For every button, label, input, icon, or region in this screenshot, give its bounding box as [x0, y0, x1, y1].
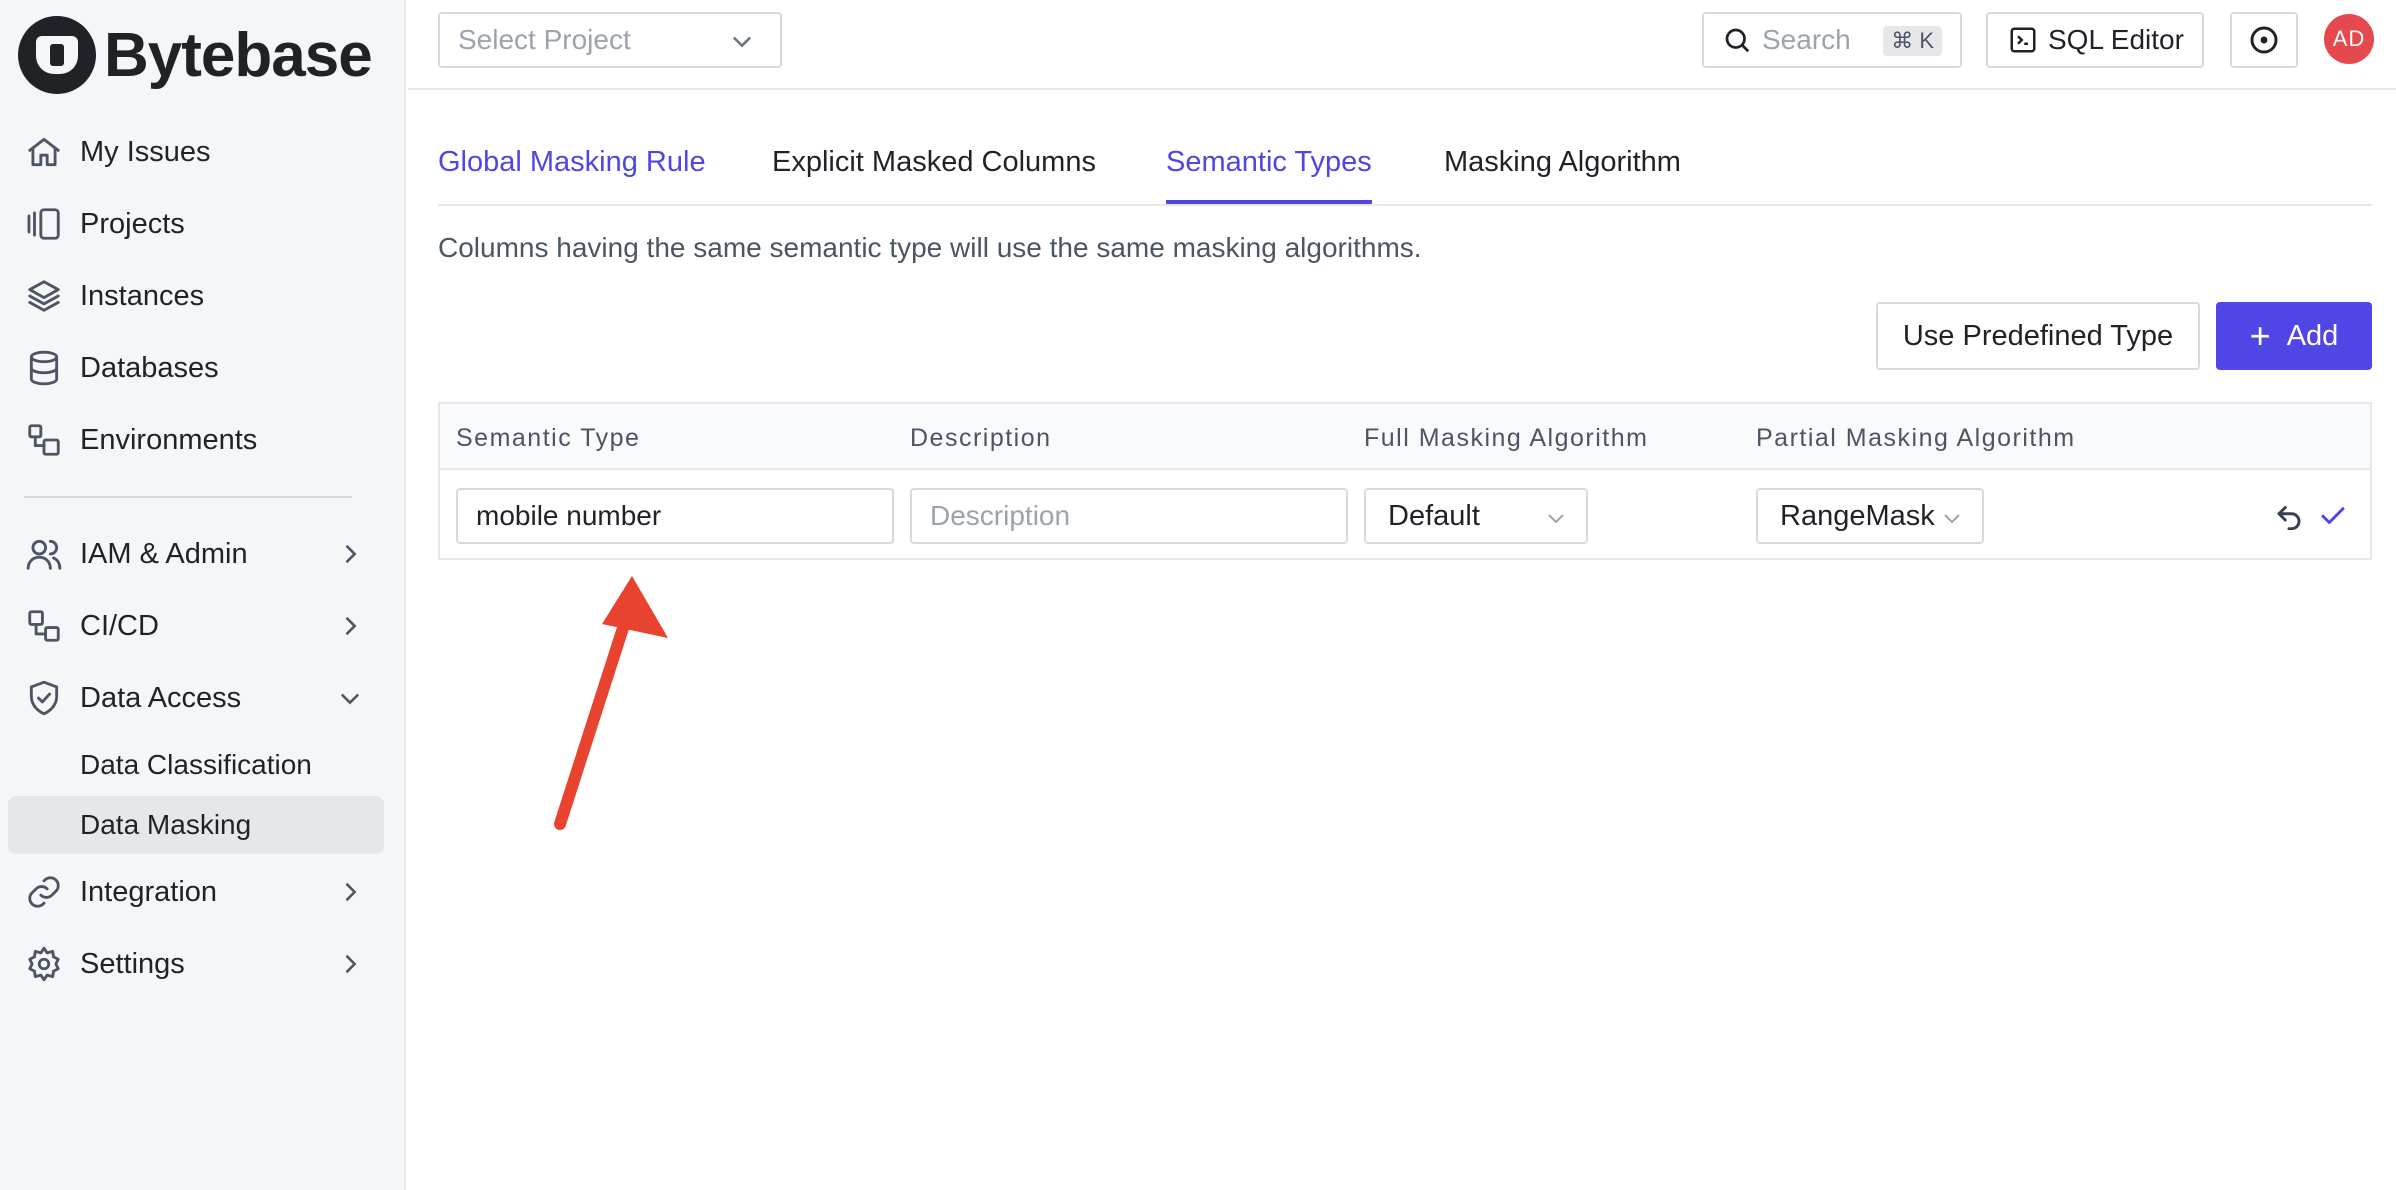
sidebar-item-label: Data Access [80, 681, 242, 714]
description-placeholder: Description [930, 500, 1071, 531]
sidebar-item-label: Instances [80, 279, 205, 312]
sidebar-item-cicd[interactable]: CI/CD [0, 590, 406, 662]
search-placeholder: Search [1762, 24, 1851, 55]
sidebar-item-instances[interactable]: Instances [0, 260, 406, 332]
chevron-down-icon [1940, 505, 1964, 538]
search-input[interactable]: Search ⌘ K [1702, 12, 1962, 68]
sidebar: Bytebase My Issues Projects Instances Da… [0, 0, 406, 1190]
sidebar-item-label: Projects [80, 207, 185, 240]
table-row: mobile number Description Default RangeM… [440, 470, 2370, 560]
description-input[interactable]: Description [910, 488, 1348, 544]
sidebar-item-my-issues[interactable]: My Issues [0, 116, 406, 188]
brand-name: Bytebase [104, 20, 373, 90]
help-button[interactable] [2230, 12, 2298, 68]
chevron-right-icon [336, 878, 364, 906]
chevron-right-icon [336, 540, 364, 568]
shield-icon [24, 678, 64, 718]
projects-icon [24, 204, 64, 244]
partial-masking-value: RangeMask [1780, 499, 1935, 532]
chevron-down-icon [1544, 505, 1568, 538]
sidebar-item-label: Settings [80, 947, 185, 980]
check-icon [2321, 507, 2345, 524]
home-icon [24, 132, 64, 172]
annotation-arrow [554, 576, 668, 830]
chevron-down-icon [336, 684, 364, 712]
page-description: Columns having the same semantic type wi… [438, 232, 1422, 263]
tab-bar: Global Masking Rule Explicit Masked Colu… [438, 134, 2372, 206]
sidebar-subitem-data-classification[interactable]: Data Classification [0, 736, 406, 794]
table-header: Semantic Type Description Full Masking A… [440, 404, 2370, 470]
undo-icon [2277, 506, 2301, 531]
semantic-type-value: mobile number [476, 500, 662, 531]
add-button[interactable]: + Add [2216, 302, 2372, 370]
project-select[interactable]: Select Project [438, 12, 782, 68]
logo[interactable]: Bytebase [18, 14, 373, 96]
sidebar-item-label: Integration [80, 875, 218, 908]
users-icon [24, 534, 64, 574]
search-icon [1725, 28, 1750, 53]
avatar[interactable]: AD [2324, 14, 2374, 64]
partial-masking-select[interactable]: RangeMask [1756, 488, 1984, 544]
column-header-partial-masking: Partial Masking Algorithm [1756, 424, 2076, 452]
full-masking-select[interactable]: Default [1364, 488, 1588, 544]
sidebar-divider [24, 496, 352, 498]
search-shortcut: ⌘ K [1883, 26, 1942, 56]
topbar: Select Project Search ⌘ K SQL Editor AD [408, 0, 2396, 90]
project-select-placeholder: Select Project [458, 24, 631, 55]
sidebar-item-label: IAM & Admin [80, 537, 248, 570]
full-masking-value: Default [1388, 499, 1480, 532]
sidebar-item-label: CI/CD [80, 609, 159, 642]
add-button-label: Add [2286, 319, 2339, 352]
gear-icon [24, 944, 64, 984]
sidebar-item-environments[interactable]: Environments [0, 404, 406, 476]
bytebase-logo-icon [18, 16, 96, 94]
sidebar-item-label: Environments [80, 423, 258, 456]
sidebar-nav: My Issues Projects Instances Databases E… [0, 116, 406, 1000]
chevron-down-icon [728, 27, 756, 62]
tab-masking-algorithm[interactable]: Masking Algorithm [1444, 146, 1681, 204]
column-header-full-masking: Full Masking Algorithm [1364, 424, 1649, 452]
semantic-types-table: Semantic Type Description Full Masking A… [438, 402, 2372, 560]
undo-button[interactable] [2274, 500, 2304, 531]
sql-editor-label: SQL Editor [2048, 24, 2184, 55]
confirm-button[interactable] [2318, 500, 2348, 530]
environments-icon [24, 420, 64, 460]
semantic-type-input[interactable]: mobile number [456, 488, 894, 544]
terminal-icon [2010, 27, 2036, 53]
sidebar-item-databases[interactable]: Databases [0, 332, 406, 404]
column-header-description: Description [910, 424, 1052, 452]
cicd-icon [24, 606, 64, 646]
plus-icon: + [2249, 315, 2271, 356]
chevron-right-icon [336, 950, 364, 978]
sidebar-item-label: My Issues [80, 135, 211, 168]
tab-explicit-masked-columns[interactable]: Explicit Masked Columns [772, 146, 1096, 204]
tab-semantic-types[interactable]: Semantic Types [1166, 146, 1372, 204]
column-header-semantic-type: Semantic Type [456, 424, 641, 452]
sidebar-item-iam-admin[interactable]: IAM & Admin [0, 518, 406, 590]
sidebar-item-settings[interactable]: Settings [0, 928, 406, 1000]
sidebar-item-projects[interactable]: Projects [0, 188, 406, 260]
sidebar-item-label: Databases [80, 351, 219, 384]
chevron-right-icon [336, 612, 364, 640]
sidebar-item-data-access[interactable]: Data Access [0, 662, 406, 734]
circle-dot-icon [2250, 26, 2278, 54]
link-icon [24, 872, 64, 912]
sidebar-item-integration[interactable]: Integration [0, 856, 406, 928]
database-icon [24, 348, 64, 388]
tab-global-masking-rule[interactable]: Global Masking Rule [438, 146, 706, 204]
layers-icon [24, 276, 64, 316]
use-predefined-type-button[interactable]: Use Predefined Type [1876, 302, 2200, 370]
sidebar-subitem-data-masking[interactable]: Data Masking [8, 796, 384, 854]
sql-editor-button[interactable]: SQL Editor [1986, 12, 2204, 68]
